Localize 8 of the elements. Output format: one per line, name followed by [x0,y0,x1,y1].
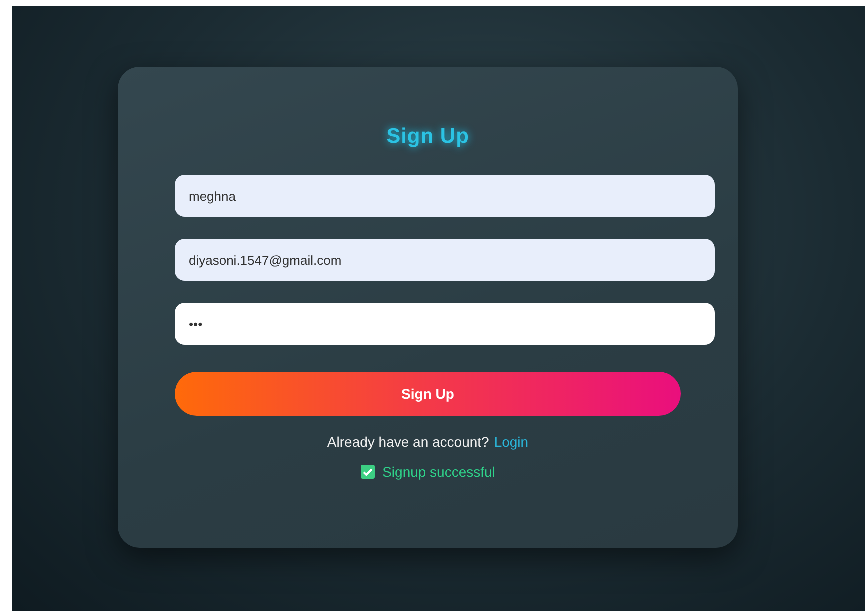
login-link[interactable]: Login [494,434,529,450]
sign-up-button[interactable]: Sign Up [175,372,681,416]
input-field[interactable]: meghna [175,175,715,217]
input-field[interactable]: ••• [175,303,715,345]
success-message: Signup successful [382,464,496,480]
form-title: Sign Up [386,125,470,149]
account-prompt: Already have an account? [327,434,490,450]
input-field[interactable]: diyasoni.1547@gmail.com [175,239,715,281]
